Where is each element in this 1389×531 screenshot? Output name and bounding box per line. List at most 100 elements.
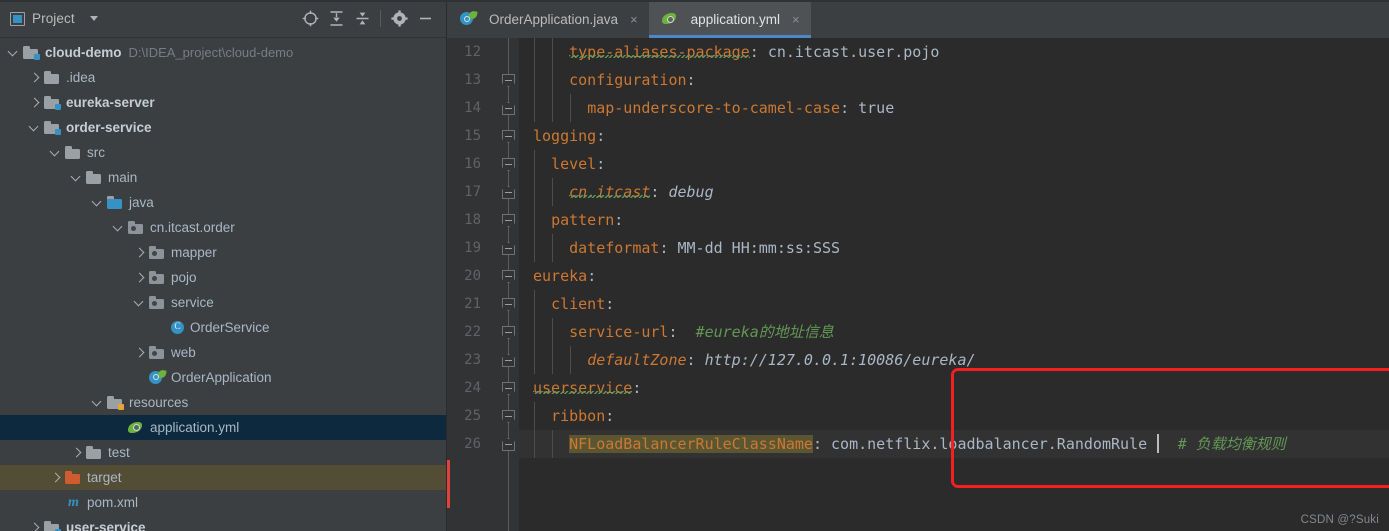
project-tree[interactable]: cloud-demo D:\IDEA_project\cloud-demo .ide… bbox=[0, 38, 446, 531]
tree-node-label: web bbox=[171, 345, 196, 360]
editor-tab-label: application.yml bbox=[690, 11, 780, 27]
expand-all-icon[interactable] bbox=[323, 6, 349, 32]
chevron-right-icon[interactable] bbox=[27, 95, 42, 110]
tree-node-orderapplication[interactable]: OrderApplication bbox=[0, 365, 446, 390]
chevron-right-icon[interactable] bbox=[69, 445, 84, 460]
tree-node-web[interactable]: web bbox=[0, 340, 446, 365]
settings-gear-icon[interactable] bbox=[386, 6, 412, 32]
indent-guide bbox=[533, 290, 535, 318]
close-icon[interactable]: × bbox=[630, 13, 638, 26]
tree-node-main[interactable]: main bbox=[0, 165, 446, 190]
code-line[interactable]: type-aliases-package: cn.itcast.user.poj… bbox=[519, 38, 1389, 66]
code-line[interactable]: map-underscore-to-camel-case: true bbox=[519, 94, 1389, 122]
code-line[interactable]: eureka: bbox=[519, 262, 1389, 290]
indent-guide bbox=[551, 318, 553, 346]
tree-node-target[interactable]: target bbox=[0, 465, 446, 490]
fold-marker[interactable] bbox=[502, 298, 515, 311]
fold-marker[interactable] bbox=[502, 438, 515, 451]
chevron-right-icon[interactable] bbox=[132, 245, 147, 260]
locate-in-tree-icon[interactable] bbox=[297, 6, 323, 32]
tree-node-mapper[interactable]: mapper bbox=[0, 240, 446, 265]
code-line[interactable]: defaultZone: http://127.0.0.1:10086/eure… bbox=[519, 346, 1389, 374]
module-folder-icon bbox=[44, 120, 61, 136]
chevron-down-icon[interactable] bbox=[69, 170, 84, 185]
tree-node-label: java bbox=[129, 195, 154, 210]
chevron-right-icon[interactable] bbox=[27, 70, 42, 85]
code-line[interactable]: dateformat: MM-dd HH:mm:ss:SSS bbox=[519, 234, 1389, 262]
tree-node-cloud-demo[interactable]: cloud-demo D:\IDEA_project\cloud-demo bbox=[0, 40, 446, 65]
line-number: 14 bbox=[464, 100, 481, 116]
chevron-down-icon[interactable] bbox=[90, 395, 105, 410]
tree-node-resources[interactable]: resources bbox=[0, 390, 446, 415]
fold-marker[interactable] bbox=[502, 354, 515, 367]
code-line[interactable]: pattern: bbox=[519, 206, 1389, 234]
code-line[interactable]: cn.itcast: debug bbox=[519, 178, 1389, 206]
tree-node-pojo[interactable]: pojo bbox=[0, 265, 446, 290]
chevron-right-icon[interactable] bbox=[132, 270, 147, 285]
editor-gutter[interactable]: 12 13 14 15 16 17 18 19 20 21 22 23 24 25 26 bbox=[447, 38, 519, 531]
code-line[interactable]: level: bbox=[519, 150, 1389, 178]
tree-node-java[interactable]: java bbox=[0, 190, 446, 215]
chevron-down-icon[interactable] bbox=[48, 145, 63, 160]
fold-marker[interactable] bbox=[502, 158, 515, 171]
indent-guide bbox=[533, 346, 535, 374]
hide-panel-icon[interactable] bbox=[412, 6, 438, 32]
fold-marker[interactable] bbox=[502, 102, 515, 115]
chevron-right-icon[interactable] bbox=[132, 345, 147, 360]
editor-tab-bar[interactable]: OrderApplication.java × application.yml × bbox=[447, 0, 1389, 38]
chevron-down-icon[interactable] bbox=[6, 45, 21, 60]
fold-marker[interactable] bbox=[502, 326, 515, 339]
fold-marker[interactable] bbox=[502, 382, 515, 395]
code-line[interactable]: ribbon: bbox=[519, 402, 1389, 430]
close-icon[interactable]: × bbox=[792, 13, 800, 26]
source-root-folder-icon bbox=[107, 195, 124, 211]
code-line[interactable]: logging: bbox=[519, 122, 1389, 150]
excluded-folder-icon bbox=[65, 470, 82, 486]
fold-marker[interactable] bbox=[502, 214, 515, 227]
editor-tab-orderapplication-java[interactable]: OrderApplication.java × bbox=[447, 0, 649, 38]
code-content[interactable]: type-aliases-package: cn.itcast.user.poj… bbox=[519, 38, 1389, 531]
tree-node-order-service[interactable]: order-service bbox=[0, 115, 446, 140]
fold-marker[interactable] bbox=[502, 242, 515, 255]
chevron-down-icon[interactable] bbox=[111, 220, 126, 235]
line-number: 15 bbox=[464, 128, 481, 144]
tree-node-cn-itcast-order[interactable]: cn.itcast.order bbox=[0, 215, 446, 240]
tree-node-orderservice[interactable]: C OrderService bbox=[0, 315, 446, 340]
indent-guide bbox=[533, 318, 535, 346]
tree-node--idea[interactable]: .idea bbox=[0, 65, 446, 90]
chevron-down-icon[interactable] bbox=[27, 120, 42, 135]
collapse-all-icon[interactable] bbox=[349, 6, 375, 32]
fold-marker[interactable] bbox=[502, 270, 515, 283]
project-title-group[interactable]: Project bbox=[10, 11, 98, 26]
fold-marker[interactable] bbox=[502, 130, 515, 143]
code-line[interactable]: configuration: bbox=[519, 66, 1389, 94]
chevron-down-icon[interactable] bbox=[89, 16, 98, 21]
tree-no-arrow bbox=[48, 495, 63, 510]
tree-node-pom-xml[interactable]: m pom.xml bbox=[0, 490, 446, 515]
code-line[interactable]: service-url: #eureka的地址信息 bbox=[519, 318, 1389, 346]
code-line[interactable]: userservice: bbox=[519, 374, 1389, 402]
chevron-right-icon[interactable] bbox=[27, 520, 42, 531]
indent-guide bbox=[533, 38, 535, 66]
tree-node-service[interactable]: service bbox=[0, 290, 446, 315]
tree-node-eureka-server[interactable]: eureka-server bbox=[0, 90, 446, 115]
line-number: 26 bbox=[464, 436, 481, 452]
tree-node-application-yml[interactable]: application.yml bbox=[0, 415, 446, 440]
yaml-key: level bbox=[551, 155, 597, 173]
line-number: 21 bbox=[464, 296, 481, 312]
tree-node-user-service[interactable]: user-service bbox=[0, 515, 446, 531]
tree-node-src[interactable]: src bbox=[0, 140, 446, 165]
editor-tab-application-yml[interactable]: application.yml × bbox=[648, 0, 811, 38]
code-folding-column[interactable] bbox=[499, 38, 519, 531]
code-line[interactable]: client: bbox=[519, 290, 1389, 318]
tree-node-test[interactable]: test bbox=[0, 440, 446, 465]
chevron-down-icon[interactable] bbox=[132, 295, 147, 310]
chevron-right-icon[interactable] bbox=[48, 470, 63, 485]
fold-marker[interactable] bbox=[502, 186, 515, 199]
code-line[interactable]: NFLoadBalancerRuleClassName: com.netflix… bbox=[519, 430, 1389, 458]
fold-marker[interactable] bbox=[502, 74, 515, 87]
chevron-down-icon[interactable] bbox=[90, 195, 105, 210]
tree-node-label: eureka-server bbox=[66, 95, 155, 110]
fold-marker[interactable] bbox=[502, 410, 515, 423]
